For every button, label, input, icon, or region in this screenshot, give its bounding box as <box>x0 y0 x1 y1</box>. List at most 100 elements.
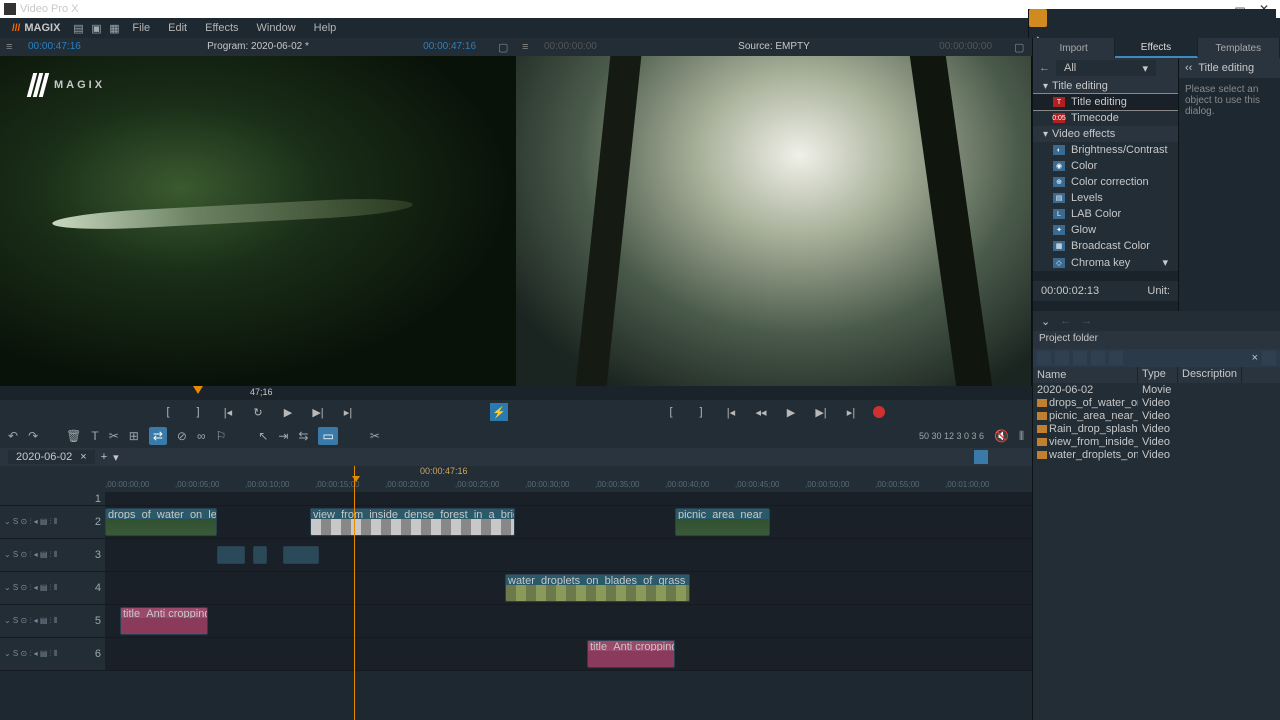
effect-broadcast[interactable]: ▦Broadcast Color <box>1033 238 1178 254</box>
effects-category[interactable]: ▾ Title editing <box>1033 78 1178 94</box>
effect-levels[interactable]: ▤Levels <box>1033 190 1178 206</box>
program-max-icon[interactable]: ▢ <box>498 41 510 54</box>
scrub-playhead-icon[interactable] <box>193 386 203 394</box>
menu-help[interactable]: Help <box>306 22 345 34</box>
open-icon[interactable]: ▣ <box>88 20 104 36</box>
title-button[interactable]: T <box>91 429 98 443</box>
select-tool[interactable]: ↖ <box>258 429 268 443</box>
menu-window[interactable]: Window <box>249 22 304 34</box>
mark-out-button[interactable]: ] <box>190 404 206 420</box>
effect-brightness[interactable]: ◐Brightness/Contrast <box>1033 142 1178 158</box>
program-scrub[interactable]: 47;16 <box>0 386 516 400</box>
tab-effects[interactable]: Effects <box>1115 38 1197 58</box>
source-scrub[interactable] <box>516 386 1032 400</box>
pf-add-icon[interactable] <box>1091 351 1105 365</box>
performance-button[interactable]: ⚡ <box>490 403 508 421</box>
chain-button[interactable]: ∞ <box>197 429 206 443</box>
pf-row[interactable]: picnic_area_near_lake_s...Video <box>1033 409 1280 422</box>
pf-refresh-icon[interactable] <box>1109 351 1123 365</box>
pf-row[interactable]: view_from_inside_dense...Video <box>1033 435 1280 448</box>
menu-effects[interactable]: Effects <box>197 22 246 34</box>
pf-list-view-icon[interactable] <box>1262 351 1276 365</box>
effect-color-correction[interactable]: ⊕Color correction <box>1033 174 1178 190</box>
pf-columns[interactable]: Name Type Description <box>1033 367 1280 383</box>
play-range-button[interactable]: ▶| <box>310 404 326 420</box>
undo-button[interactable]: ↶ <box>8 429 18 443</box>
source-tc-in[interactable]: 00:00:00:00 <box>544 41 597 52</box>
effects-category-dropdown[interactable]: All▾ <box>1056 60 1156 76</box>
close-tab-icon[interactable]: × <box>80 451 86 463</box>
pf-row[interactable]: water_droplets_on_blad...Video <box>1033 448 1280 461</box>
pf-save-icon[interactable] <box>1073 351 1087 365</box>
delete-button[interactable]: 🗑 <box>66 429 81 443</box>
program-tc-in[interactable]: 00:00:47:16 <box>28 41 81 52</box>
clip-title[interactable]: title_Anti cropping <box>120 607 208 635</box>
marker-button[interactable]: ⚐ <box>216 429 227 443</box>
program-tc-out[interactable]: 00:00:47:16 <box>423 41 476 52</box>
timeline[interactable]: 00:00:47:16 ,00:00:00;00 ,00:00:05;00 ,0… <box>0 466 1032 720</box>
col-name[interactable]: Name <box>1033 367 1138 383</box>
record-button[interactable] <box>873 406 885 418</box>
src-play-range-button[interactable]: ▶| <box>813 404 829 420</box>
clip-fragment[interactable] <box>283 546 319 564</box>
clip-picnic[interactable]: picnic_area_near_l... <box>675 508 770 536</box>
tab-templates[interactable]: Templates <box>1198 38 1280 58</box>
pf-import-icon[interactable] <box>1037 351 1051 365</box>
pf-close-icon[interactable]: × <box>1252 352 1258 364</box>
mark-in-button[interactable]: [ <box>160 404 176 420</box>
source-monitor[interactable] <box>516 56 1032 386</box>
nav-back-icon[interactable]: ← <box>1060 315 1071 327</box>
menu-edit[interactable]: Edit <box>160 22 195 34</box>
track-header[interactable]: ⌄ S ⊙ ⫶ ◂ ▤ ⫶ ⫴2 <box>0 506 105 538</box>
zoom-tool[interactable]: ▭ <box>318 427 337 445</box>
effects-scrollbar[interactable] <box>1033 271 1178 281</box>
effects-list[interactable]: ▾ Title editing TTitle editing 0:05Timec… <box>1033 78 1178 271</box>
clip-fragment[interactable] <box>217 546 245 564</box>
slip-tool[interactable]: ⇆ <box>298 429 308 443</box>
cut-button[interactable]: ✂ <box>109 429 119 443</box>
ripple-button[interactable]: ⇄ <box>149 427 167 445</box>
effect-glow[interactable]: ✦Glow <box>1033 222 1178 238</box>
loop-button[interactable]: ↻ <box>250 404 266 420</box>
src-mark-in-button[interactable]: [ <box>663 404 679 420</box>
src-go-end-button[interactable]: ▸| <box>843 404 859 420</box>
play-button[interactable]: ▶ <box>280 404 296 420</box>
mixer-icon[interactable]: ⫴ <box>1019 429 1024 444</box>
src-mark-out-button[interactable]: ] <box>693 404 709 420</box>
src-prev-button[interactable]: ◂◂ <box>753 404 769 420</box>
view-settings-icon[interactable] <box>1010 450 1024 464</box>
playhead-line[interactable] <box>354 466 355 720</box>
save-icon[interactable]: ▦ <box>106 20 122 36</box>
group-button[interactable]: ⊞ <box>129 429 139 443</box>
tab-import[interactable]: Import <box>1033 38 1115 58</box>
pf-row[interactable]: 2020-06-02Movie <box>1033 383 1280 396</box>
view-overview-icon[interactable] <box>992 450 1006 464</box>
src-go-start-button[interactable]: |◂ <box>723 404 739 420</box>
src-play-button[interactable]: ▶ <box>783 404 799 420</box>
nav-fwd-icon[interactable]: → <box>1081 315 1092 327</box>
track-header[interactable]: ⌄ S ⊙ ⫶ ◂ ▤ ⫶ ⫴6 <box>0 638 105 670</box>
source-tc-out[interactable]: 00:00:00:00 <box>939 41 992 52</box>
source-menu-icon[interactable]: ≡ <box>522 41 534 53</box>
clip-drops[interactable]: drops_of_water_on_lea... <box>105 508 217 536</box>
redo-button[interactable]: ↷ <box>28 429 38 443</box>
keyframe-scrollbar[interactable] <box>1033 301 1178 311</box>
program-menu-icon[interactable]: ≡ <box>6 41 18 53</box>
track-header[interactable]: ⌄ S ⊙ ⫶ ◂ ▤ ⫶ ⫴4 <box>0 572 105 604</box>
expand-icon[interactable]: ⌄ <box>1041 315 1050 328</box>
clip-fragment[interactable] <box>253 546 267 564</box>
keyframe-time[interactable]: 00:00:02:13 <box>1041 285 1099 297</box>
program-monitor[interactable] <box>0 56 516 386</box>
clip-forest[interactable]: view_from_inside_dense_forest_in_a_brigh… <box>310 508 515 536</box>
project-tab[interactable]: 2020-06-02 × <box>8 450 95 464</box>
pf-row[interactable]: drops_of_water_on_leav...Video <box>1033 396 1280 409</box>
store-button[interactable] <box>1029 9 1047 27</box>
track-header[interactable]: ⌄ S ⊙ ⫶ ◂ ▤ ⫶ ⫴3 <box>0 539 105 571</box>
effect-lab[interactable]: LLAB Color <box>1033 206 1178 222</box>
go-end-button[interactable]: ▸| <box>340 404 356 420</box>
zoom-meter[interactable]: 50 30 12 3 0 3 6 <box>919 431 984 441</box>
effect-color[interactable]: ◉Color <box>1033 158 1178 174</box>
new-icon[interactable]: ▤ <box>70 20 86 36</box>
mute-icon[interactable]: 🔇 <box>994 429 1009 443</box>
tab-menu-icon[interactable]: ▾ <box>113 451 119 464</box>
